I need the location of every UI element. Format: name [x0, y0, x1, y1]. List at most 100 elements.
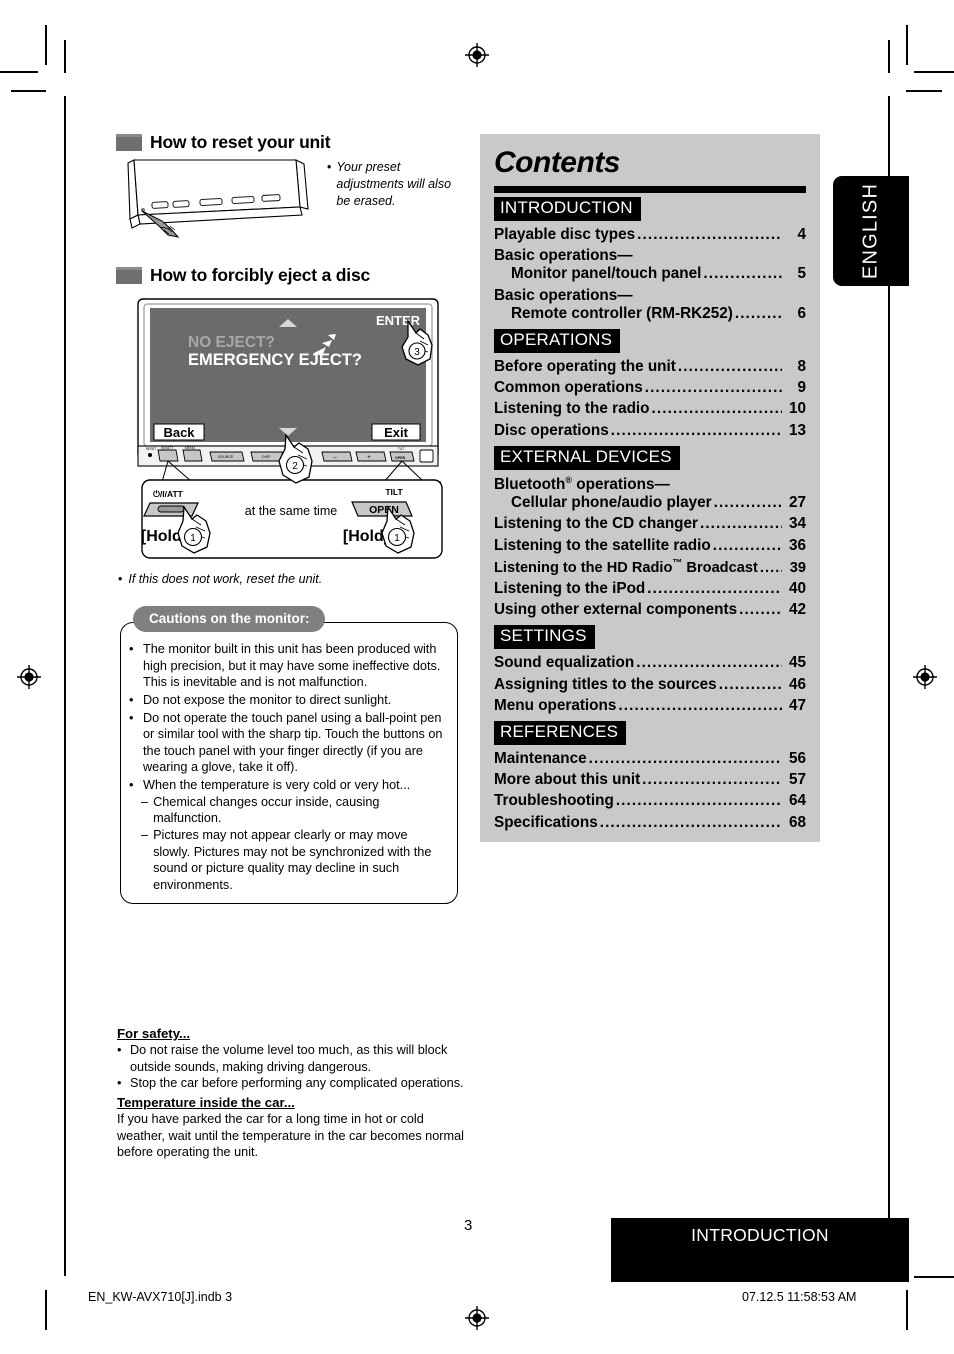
page-number: 3 [464, 1217, 473, 1234]
toc-label: Common operations [494, 379, 643, 397]
toc-entry[interactable]: Using other external components ........… [494, 601, 806, 619]
toc-dots: ........................................… [713, 494, 782, 512]
language-tab-label: ENGLISH [859, 182, 882, 280]
toc-label[interactable]: Basic operations— [494, 287, 806, 305]
toc-label: Listening to the radio [494, 400, 650, 418]
section-marker-icon [116, 134, 142, 151]
toc-entry[interactable]: Monitor panel/touch panel ..............… [494, 265, 806, 283]
toc-label-continued: Cellular phone/audio player [511, 494, 712, 512]
reset-section-heading: How to reset your unit [116, 132, 468, 153]
toc-entry[interactable]: Listening to the iPod ..................… [494, 580, 806, 598]
caution-sub-item: – Pictures may not appear clearly or may… [141, 827, 447, 894]
toc-page: 8 [797, 358, 806, 376]
toc-entry[interactable]: Disc operations ........................… [494, 422, 806, 440]
toc-entry[interactable]: Listening to the HD Radio™ Broadcast ...… [494, 558, 806, 577]
svg-text:RESET: RESET [146, 447, 157, 451]
contents-category-references: REFERENCES [494, 720, 627, 745]
bullet-icon: • [129, 778, 134, 793]
toc-label[interactable]: Basic operations— [494, 247, 806, 265]
hold-right-label: [Hold] [343, 528, 389, 545]
crop-mark-tl-v2 [64, 40, 66, 73]
svg-text:1: 1 [394, 533, 400, 544]
bullet-icon: • [129, 692, 134, 707]
toc-dots: ........................................… [759, 559, 782, 576]
toc-dots: ........................................… [618, 696, 782, 714]
toc-entry[interactable]: Common operations ......................… [494, 379, 806, 397]
forcible-eject-diagram: ENTER NO EJECT? EMERGENCY EJECT? Back Ex… [136, 297, 454, 562]
toc-label[interactable]: Bluetooth® operations— [494, 475, 806, 494]
toc-dots: ........................................… [599, 813, 782, 831]
reset-illustration-row: • Your preset adjustments will also be e… [116, 157, 468, 243]
power-att-label: ⏻/I/ATT [153, 489, 184, 499]
toc-dots: ........................................… [718, 675, 782, 693]
toc-entry[interactable]: Remote controller (RM-RK252) ...........… [494, 305, 806, 323]
toc-dots: ........................................… [615, 792, 782, 810]
bullet-icon: • [129, 710, 134, 725]
contents-category-operations: OPERATIONS [494, 329, 621, 354]
toc-label: Menu operations [494, 696, 617, 714]
toc-entry[interactable]: Assigning titles to the sources ........… [494, 676, 806, 694]
caution-sub-item: – Chemical changes occur inside, causing… [141, 794, 447, 827]
toc-label: Before operating the unit [494, 358, 676, 376]
toc-label: Listening to the iPod [494, 579, 646, 597]
crop-mark-br-h [914, 1276, 954, 1278]
toc-page: 6 [797, 304, 806, 322]
language-tab-english: ENGLISH [833, 176, 909, 286]
toc-entry[interactable]: Menu operations ........................… [494, 697, 806, 715]
toc-entry[interactable]: Specifications .........................… [494, 814, 806, 832]
safety-text: Do not raise the volume level too much, … [130, 1043, 448, 1074]
caution-text: Do not operate the touch panel using a b… [143, 710, 443, 775]
reset-note: • Your preset adjustments will also be e… [327, 157, 468, 210]
section-marker-icon [116, 267, 142, 284]
toc-entry[interactable]: Listening to the CD changer ............… [494, 515, 806, 533]
caution-text: When the temperature is very cold or ver… [143, 778, 411, 793]
toc-entry[interactable]: Troubleshooting ........................… [494, 792, 806, 810]
bullet-icon: • [327, 160, 332, 174]
toc-entry[interactable]: Before operating the unit ..............… [494, 358, 806, 376]
open-label: OPEN [369, 504, 399, 516]
toc-dots: ........................................… [734, 304, 782, 322]
enter-button-label: ENTER [376, 313, 421, 328]
bullet-icon: • [117, 1076, 122, 1091]
toc-entry[interactable]: Playable disc types ....................… [494, 226, 806, 244]
svg-text:1: 1 [190, 533, 196, 544]
bullet-icon: • [118, 572, 123, 586]
crop-mark-left-edge [64, 96, 66, 1276]
toc-dots: ........................................… [703, 265, 782, 283]
registration-mark-left [16, 664, 42, 690]
svg-text:MENU: MENU [185, 446, 196, 450]
reset-note-text: Your preset adjustments will also be era… [336, 160, 452, 208]
eject-section-heading: How to forcibly eject a disc [116, 265, 468, 286]
back-button-label: Back [163, 425, 195, 440]
caution-item: • The monitor built in this unit has bee… [129, 641, 447, 691]
toc-entry[interactable]: More about this unit ...................… [494, 771, 806, 789]
left-column: How to reset your unit • Your preset adj… [116, 132, 468, 290]
safety-item: • Do not raise the volume level too much… [117, 1042, 469, 1075]
toc-page: 36 [788, 536, 806, 554]
caution-item: • Do not expose the monitor to direct su… [129, 692, 447, 709]
cautions-list: • The monitor built in this unit has bee… [129, 641, 447, 894]
toc-entry[interactable]: Listening to the radio .................… [494, 400, 806, 418]
toc-entry[interactable]: Cellular phone/audio player ............… [494, 494, 806, 512]
contents-category-settings: SETTINGS [494, 625, 595, 650]
cautions-title: Cautions on the monitor: [133, 606, 326, 632]
at-the-same-time-label: at the same time [245, 504, 337, 518]
svg-text:2: 2 [292, 461, 298, 472]
safety-section: For safety... • Do not raise the volume … [117, 1026, 469, 1161]
eject-note-text: If this does not work, reset the unit. [128, 572, 323, 586]
caution-sub-text: Pictures may not appear clearly or may m… [153, 828, 432, 892]
svg-text:DISP: DISP [262, 455, 271, 459]
caution-sub-text: Chemical changes occur inside, causing m… [153, 794, 380, 826]
registration-mark-right [912, 664, 938, 690]
toc-entry[interactable]: Maintenance ............................… [494, 750, 806, 768]
toc-page: 40 [788, 579, 806, 597]
toc-page: 57 [788, 771, 806, 789]
toc-entry[interactable]: Listening to the satellite radio .......… [494, 537, 806, 555]
crop-mark-tr-v2 [888, 40, 890, 73]
toc-label: Maintenance [494, 749, 587, 767]
toc-dots: ........................................… [712, 536, 782, 554]
footer-band: INTRODUCTION [611, 1218, 909, 1282]
safety-item: • Stop the car before performing any com… [117, 1075, 469, 1092]
toc-label: Sound equalization [494, 654, 635, 672]
toc-entry[interactable]: Sound equalization .....................… [494, 654, 806, 672]
